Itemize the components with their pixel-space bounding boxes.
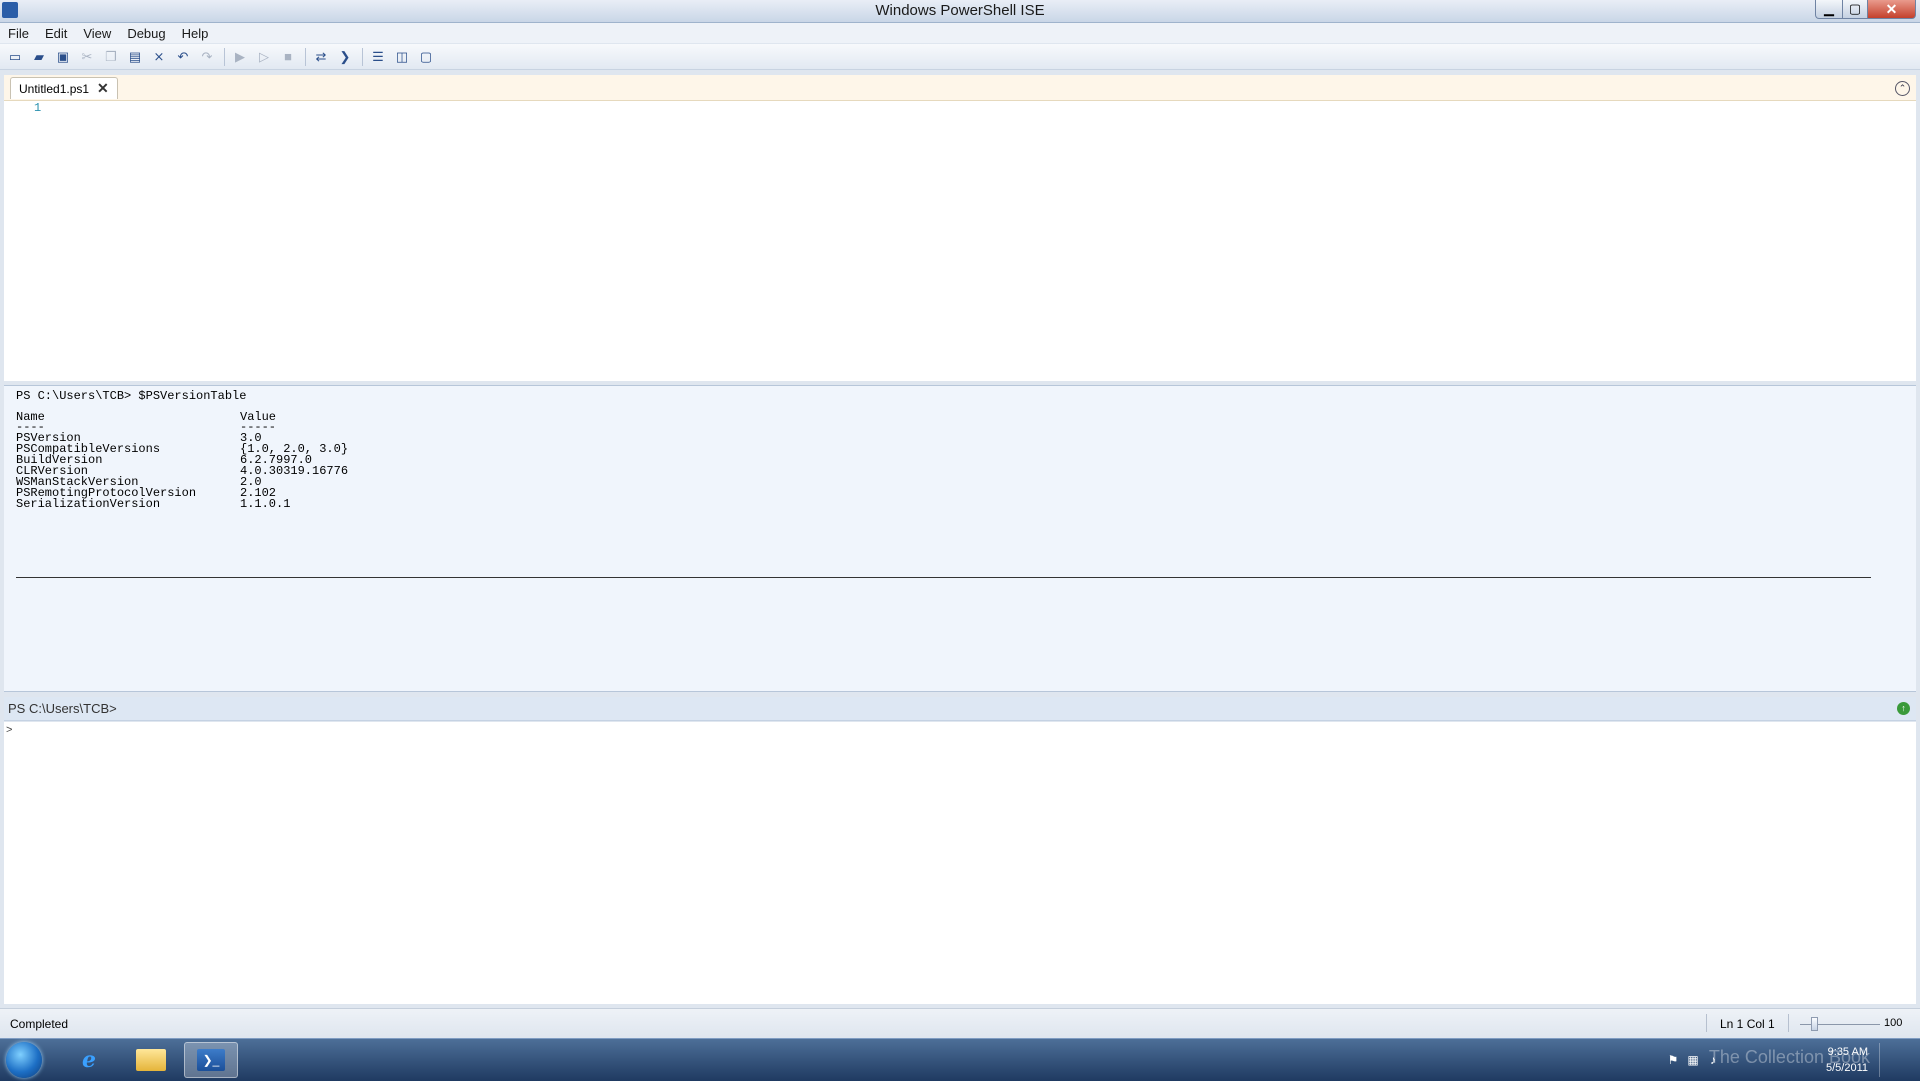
clock-date: 5/5/2011 (1825, 1062, 1868, 1074)
help-icon[interactable]: ↑ (1897, 702, 1910, 715)
title-bar: Windows PowerShell ISE ▁ ▢ ✕ (0, 0, 1920, 23)
zoom-value: 100 (1884, 1017, 1903, 1029)
output-row-value: 1.1.0.1 (240, 497, 291, 511)
tab-untitled1[interactable]: Untitled1.ps1 ✕ (10, 77, 118, 99)
cut-icon[interactable]: ✂ (78, 48, 96, 66)
script-editor[interactable]: 1 (4, 101, 1916, 381)
explorer-button[interactable] (124, 1042, 178, 1078)
prompt-text: PS C:\Users\TCB> (8, 701, 117, 716)
system-tray: The Collection Book ⚑ ▦ ♪ 9:35 AM 5/5/20… (1620, 1039, 1920, 1081)
collapse-script-pane-icon[interactable]: ⌃ (1895, 81, 1910, 96)
layout-top-icon[interactable]: ☰ (369, 48, 387, 66)
cursor-position: Ln 1 Col 1 (1720, 1017, 1775, 1031)
remote-icon[interactable]: ⇄ (312, 48, 330, 66)
powershell-icon: ❯_ (197, 1049, 225, 1071)
action-center-flag-icon[interactable]: ⚑ (1666, 1053, 1680, 1067)
start-button[interactable] (6, 1042, 42, 1078)
output-separator-line (16, 577, 1871, 578)
show-desktop-button[interactable] (1879, 1043, 1910, 1077)
status-separator (1788, 1014, 1789, 1032)
run-selection-icon[interactable]: ▷ (255, 48, 273, 66)
network-icon[interactable]: ▦ (1686, 1053, 1700, 1067)
undo-icon[interactable]: ↶ (174, 48, 192, 66)
close-tab-icon[interactable]: ✕ (97, 80, 109, 97)
toolbar-separator (362, 47, 363, 66)
console-prompt-bar: PS C:\Users\TCB> ↑ (4, 697, 1916, 721)
output-pane: PS C:\Users\TCB> $PSVersionTable Name Va… (4, 385, 1916, 692)
menu-view[interactable]: View (75, 26, 119, 41)
maximize-button[interactable]: ▢ (1842, 0, 1868, 19)
copy-icon[interactable]: ❐ (102, 48, 120, 66)
internet-explorer-icon: e (82, 1047, 96, 1073)
clock-time: 9:35 AM (1827, 1046, 1868, 1058)
layout-max-icon[interactable]: ▢ (417, 48, 435, 66)
window-title: Windows PowerShell ISE (875, 2, 1045, 19)
run-icon[interactable]: ▶ (231, 48, 249, 66)
save-icon[interactable]: ▣ (54, 48, 72, 66)
toolbar-separator (224, 47, 225, 66)
close-button[interactable]: ✕ (1867, 0, 1916, 19)
powershell-ise-taskbar-button[interactable]: ❯_ (184, 1042, 238, 1078)
line-number: 1 (34, 101, 42, 115)
new-file-icon[interactable]: ▭ (6, 48, 24, 66)
command-input-pane[interactable]: > (4, 722, 1916, 1004)
status-text: Completed (10, 1017, 69, 1031)
menu-debug[interactable]: Debug (119, 26, 173, 41)
redo-icon[interactable]: ↷ (198, 48, 216, 66)
command-caret: > (6, 724, 13, 736)
clock[interactable]: 9:35 AM 5/5/2011 (1826, 1044, 1868, 1076)
status-bar: Completed Ln 1 Col 1 100 (0, 1008, 1920, 1037)
script-tab-strip: Untitled1.ps1 ✕ ⌃ (4, 75, 1916, 101)
menu-bar: File Edit View Debug Help (0, 23, 1920, 43)
menu-help[interactable]: Help (174, 26, 217, 41)
minimize-button[interactable]: ▁ (1815, 0, 1843, 19)
powershell-icon[interactable]: ❯ (336, 48, 354, 66)
stop-icon[interactable]: ■ (279, 48, 297, 66)
menu-file[interactable]: File (0, 26, 37, 41)
tab-label: Untitled1.ps1 (19, 81, 90, 96)
paste-icon[interactable]: ▤ (126, 48, 144, 66)
volume-icon[interactable]: ♪ (1706, 1053, 1720, 1067)
layout-right-icon[interactable]: ◫ (393, 48, 411, 66)
status-separator (1706, 1014, 1707, 1032)
toolbar: ▭ ▰ ▣ ✂ ❐ ▤ ⨯ ↶ ↷ ▶ ▷ ■ ⇄ ❯ ☰ ◫ ▢ (0, 44, 1920, 70)
taskbar: e ❯_ The Collection Book ⚑ ▦ ♪ 9:35 AM 5… (0, 1038, 1920, 1081)
open-folder-icon[interactable]: ▰ (30, 48, 48, 66)
folder-icon (136, 1049, 166, 1071)
toolbar-separator (305, 47, 306, 66)
zoom-slider-thumb[interactable] (1811, 1017, 1818, 1031)
menu-edit[interactable]: Edit (37, 26, 75, 41)
output-command: PS C:\Users\TCB> $PSVersionTable (16, 389, 247, 403)
output-row-name: SerializationVersion (16, 497, 161, 511)
internet-explorer-button[interactable]: e (62, 1042, 116, 1078)
clear-icon[interactable]: ⨯ (150, 48, 168, 66)
